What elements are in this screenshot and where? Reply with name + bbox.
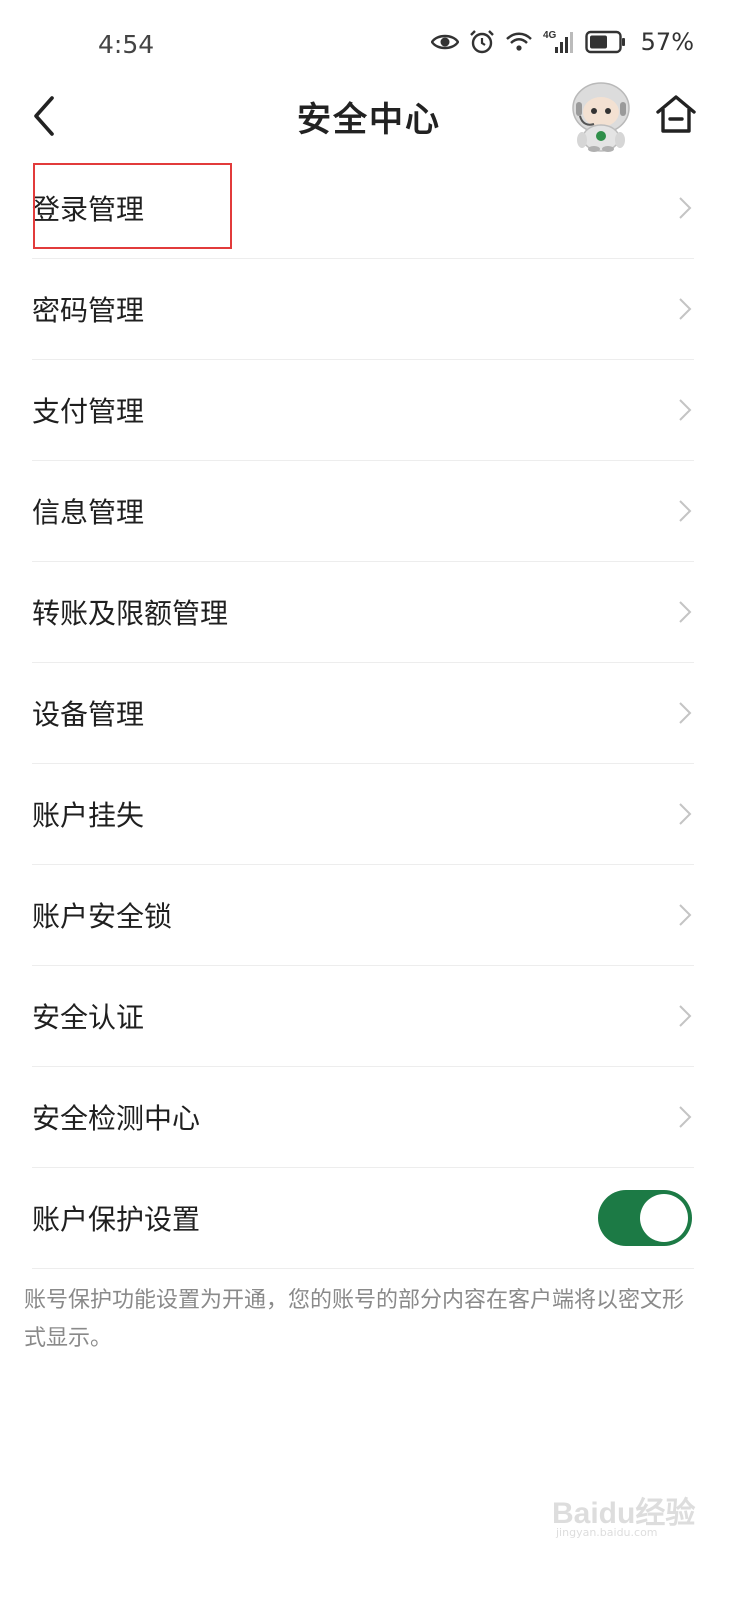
menu-item-label: 账户安全锁 — [32, 900, 173, 933]
protection-footnote: 账号保护功能设置为开通，您的账号的部分内容在客户端将以密文形式显示。 — [24, 1288, 685, 1351]
toggle-knob — [640, 1194, 688, 1242]
chevron-right-icon — [678, 499, 692, 523]
battery-percentage: 57% — [640, 28, 694, 56]
alarm-icon — [469, 29, 495, 55]
account-protection-toggle[interactable] — [598, 1190, 692, 1246]
chevron-right-icon — [678, 1105, 692, 1129]
chevron-right-icon — [678, 196, 692, 220]
menu-item-label: 安全认证 — [32, 1001, 145, 1034]
status-time: 4:54 — [98, 30, 155, 59]
menu-item-account-loss-report[interactable]: 账户挂失 — [32, 764, 694, 865]
chevron-right-icon — [678, 398, 692, 422]
menu-item-transfer-limit-management[interactable]: 转账及限额管理 — [32, 562, 694, 663]
menu-item-login-management[interactable]: 登录管理 — [32, 158, 694, 259]
menu-item-password-management[interactable]: 密码管理 — [32, 259, 694, 360]
chevron-right-icon — [678, 297, 692, 321]
menu-item-label: 信息管理 — [32, 496, 145, 529]
menu-item-security-check-center[interactable]: 安全检测中心 — [32, 1067, 694, 1168]
svg-text:4G: 4G — [543, 30, 557, 41]
battery-icon — [584, 30, 627, 54]
robot-mascot[interactable] — [566, 80, 636, 152]
menu-item-label: 支付管理 — [32, 395, 145, 428]
home-icon — [654, 95, 698, 140]
menu-item-label: 账户挂失 — [32, 799, 145, 832]
header: 安全中心 — [0, 82, 738, 160]
chevron-right-icon — [678, 600, 692, 624]
menu-item-label: 安全检测中心 — [32, 1102, 201, 1135]
wifi-icon — [505, 31, 533, 53]
menu-item-label: 设备管理 — [32, 698, 145, 731]
status-bar: 4:54 4G 57% — [0, 0, 738, 90]
menu-item-label: 密码管理 — [32, 294, 145, 327]
watermark-sub: jingyan.baidu.com — [556, 1526, 658, 1539]
menu-item-account-protection-settings: 账户保护设置 — [32, 1168, 694, 1269]
security-menu-list: 登录管理 密码管理 支付管理 信息管理 转账及限额管理 设备管理 账户挂失 账户… — [32, 158, 694, 1269]
menu-item-label: 登录管理 — [32, 193, 145, 226]
chevron-right-icon — [678, 701, 692, 725]
menu-item-account-security-lock[interactable]: 账户安全锁 — [32, 865, 694, 966]
home-button[interactable] — [654, 92, 698, 136]
chevron-right-icon — [678, 903, 692, 927]
menu-item-label: 账户保护设置 — [32, 1203, 201, 1236]
chevron-right-icon — [678, 1004, 692, 1028]
watermark: Baidu经验 jingyan.baidu.com — [552, 1488, 702, 1546]
menu-item-info-management[interactable]: 信息管理 — [32, 461, 694, 562]
status-icons: 4G 57% — [430, 28, 694, 56]
menu-item-label: 转账及限额管理 — [32, 597, 229, 630]
menu-item-security-certification[interactable]: 安全认证 — [32, 966, 694, 1067]
chevron-right-icon — [678, 802, 692, 826]
menu-item-device-management[interactable]: 设备管理 — [32, 663, 694, 764]
cellular-signal-icon: 4G — [543, 29, 575, 55]
eye-icon — [430, 32, 459, 52]
menu-item-payment-management[interactable]: 支付管理 — [32, 360, 694, 461]
